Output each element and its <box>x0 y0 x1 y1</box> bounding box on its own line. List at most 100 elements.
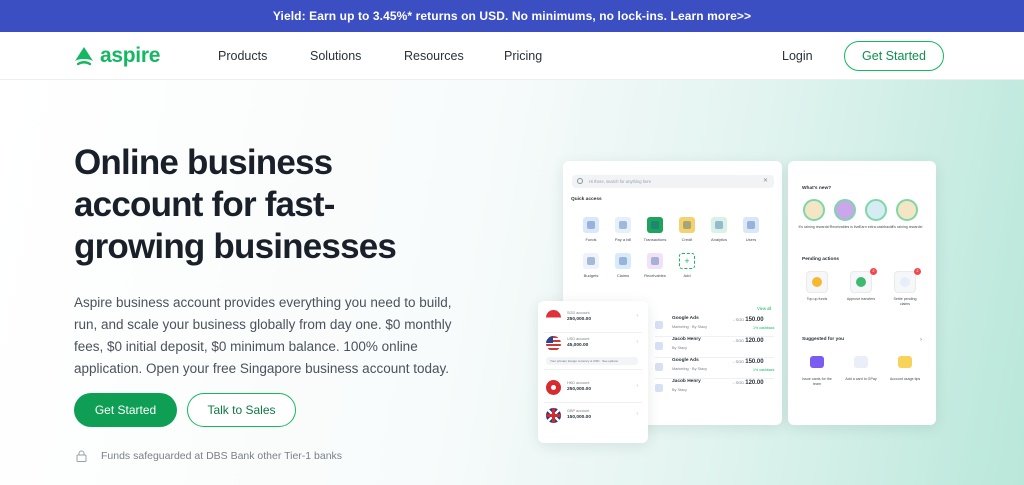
icon-glyph <box>856 277 866 287</box>
quick-access-item[interactable]: Transactions <box>640 217 670 242</box>
suggested-icon <box>850 351 872 373</box>
suggested-icon <box>894 351 916 373</box>
chevron-right-icon: › <box>636 339 638 345</box>
account-label: HKD account <box>567 381 590 385</box>
account-row[interactable]: SGD account 250,000.00 › <box>544 307 642 333</box>
accounts-card: SGD account 250,000.00 › USD account 45,000.… <box>538 301 648 443</box>
transaction-name: Jacob Henry <box>672 337 701 342</box>
quick-access-item[interactable]: Receivables <box>640 253 670 278</box>
promo-banner-text[interactable]: Yield: Earn up to 3.45%* returns on USD.… <box>273 9 751 23</box>
safeguard-text: Funds safeguarded at DBS Bank other Tier… <box>101 450 343 462</box>
nav-products[interactable]: Products <box>218 49 267 63</box>
icon-glyph <box>587 221 595 229</box>
dashboard-search[interactable]: Hi there, search for anything here ✕ <box>572 175 774 188</box>
notification-badge: 2 <box>870 268 877 275</box>
transactions-icon <box>647 217 663 233</box>
icon-glyph <box>715 221 723 229</box>
nav-resources[interactable]: Resources <box>404 49 464 63</box>
transaction-amount: - SGD 150.00 <box>733 359 764 365</box>
quick-access-item[interactable]: Claims <box>608 253 638 278</box>
flag-canton <box>546 336 553 343</box>
pending-action-item[interactable]: 2 Settle pending claims <box>888 268 922 306</box>
chevron-right-icon: › <box>636 313 638 319</box>
transaction-amount: - SGD 120.00 <box>733 380 764 386</box>
quick-access-item[interactable]: Pay a bill <box>608 217 638 242</box>
transaction-row[interactable]: Jacob Henry By Stacy - SGD 120.00 <box>655 337 775 357</box>
pending-action-label-2: Settle pending claims <box>893 297 917 306</box>
account-note: Your primary foreign currency is USD · S… <box>546 357 638 365</box>
account-label: SGD account <box>567 311 590 315</box>
safeguard-note: Funds safeguarded at DBS Bank other Tier… <box>76 450 342 462</box>
notification-badge: 2 <box>914 268 921 275</box>
chevron-right-icon[interactable]: › <box>920 337 922 343</box>
account-row[interactable]: HKD account 250,000.00 › <box>544 377 642 403</box>
account-row[interactable]: GBP account 150,000.00 › <box>544 405 642 431</box>
quick-access-item[interactable]: Credit <box>672 217 702 242</box>
nav-get-started-button[interactable]: Get Started <box>844 41 944 71</box>
transaction-currency: - SGD <box>733 359 746 364</box>
talk-to-sales-button[interactable]: Talk to Sales <box>187 393 296 427</box>
quick-access-label-1: Pay a bill <box>614 237 632 242</box>
suggested-label-1: Add a card to GPay <box>845 377 877 381</box>
chevron-right-icon: › <box>636 383 638 389</box>
transaction-row[interactable]: Google Ads Marketing · By Stacy - SGD 150.… <box>655 358 775 378</box>
transaction-icon <box>655 321 663 329</box>
us-flag-icon <box>546 336 561 351</box>
quick-access-item[interactable]: Analytics <box>704 217 734 242</box>
get-started-button[interactable]: Get Started <box>74 393 177 427</box>
transaction-icon <box>655 363 663 371</box>
whats-new-item[interactable]: It's raining rewards! <box>890 199 924 230</box>
nav-solutions[interactable]: Solutions <box>310 49 361 63</box>
hk-flag-icon <box>546 380 561 395</box>
transaction-tag: By Stacy <box>672 346 687 350</box>
whats-new-label-0: It's raining rewards! <box>798 225 830 229</box>
suggested-label: Suggested for you <box>802 337 845 342</box>
icon-glyph <box>812 277 822 287</box>
quick-access-item[interactable]: Funds <box>576 217 606 242</box>
transaction-amount: - SGD 150.00 <box>733 317 764 323</box>
aspire-logo[interactable]: aspire <box>74 44 160 68</box>
nav-pricing[interactable]: Pricing <box>504 49 542 63</box>
icon-glyph <box>747 221 755 229</box>
login-link[interactable]: Login <box>782 49 813 63</box>
promo-image <box>803 199 825 221</box>
suggested-label-0: Issue cards for the team <box>802 377 832 386</box>
transaction-currency: - SGD <box>733 380 746 385</box>
quick-access-item[interactable]: Users <box>736 217 766 242</box>
pending-action-item[interactable]: 2 Approve transfers <box>844 268 878 302</box>
receivables-icon <box>647 253 663 269</box>
transaction-row[interactable]: Google Ads Marketing · By Stacy - SGD 150.… <box>655 316 775 336</box>
icon-glyph <box>587 257 595 265</box>
transaction-value: 120.00 <box>745 380 764 386</box>
icon-glyph <box>900 277 910 287</box>
quick-access-label-5: Users <box>745 237 757 242</box>
suggested-item[interactable]: Account usage tips <box>888 351 922 382</box>
account-label: GBP account <box>567 409 590 413</box>
chevron-right-icon: › <box>636 411 638 417</box>
pending-action-icon <box>806 271 828 293</box>
account-row[interactable]: USD account 45,000.00 › <box>544 333 642 359</box>
quick-access-item[interactable]: + Add <box>672 253 702 278</box>
suggested-item[interactable]: Add a card to GPay <box>844 351 878 382</box>
search-placeholder: Hi there, search for anything here <box>589 179 652 184</box>
icon-glyph <box>651 257 659 265</box>
suggested-item[interactable]: Issue cards for the team <box>800 351 834 386</box>
whats-new-label-1: Receivables is live! <box>829 225 861 229</box>
icon-glyph <box>619 221 627 229</box>
pending-action-item[interactable]: Top up funds <box>800 271 834 302</box>
whats-new-label: What's new? <box>802 186 832 191</box>
quick-access-item[interactable]: Budgets <box>576 253 606 278</box>
whats-new-item[interactable]: Receivables is live! <box>828 199 862 230</box>
view-all-link[interactable]: View all <box>757 306 771 311</box>
whats-new-item[interactable]: Earn extra cashback! <box>859 199 893 230</box>
whats-new-item[interactable]: It's raining rewards! <box>797 199 831 230</box>
transaction-name: Google Ads <box>672 316 699 321</box>
account-balance: 45,000.00 <box>567 343 589 348</box>
quick-access-label-0: Funds <box>585 237 597 242</box>
promo-banner[interactable]: Yield: Earn up to 3.45%* returns on USD.… <box>0 0 1024 32</box>
users-icon <box>743 217 759 233</box>
lock-icon <box>76 450 87 462</box>
hero-section: Online business account for fast-growing… <box>0 80 1024 485</box>
account-balance: 250,000.00 <box>567 317 592 322</box>
transaction-row[interactable]: Jacob Henry By Stacy - SGD 120.00 <box>655 379 775 399</box>
